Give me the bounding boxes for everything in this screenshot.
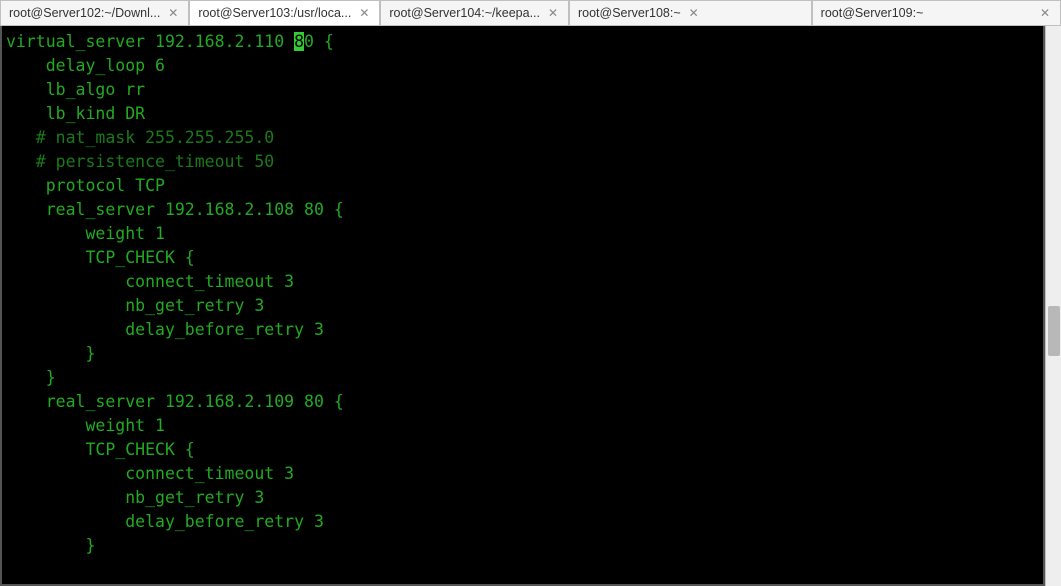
- close-icon[interactable]: ✕: [1038, 6, 1052, 20]
- config-line: weight 1: [6, 414, 1039, 438]
- tab-label: root@Server108:~: [578, 6, 681, 20]
- config-line: }: [6, 342, 1039, 366]
- tab-server108[interactable]: root@Server108:~ ✕: [569, 0, 812, 25]
- config-line: connect_timeout 3: [6, 270, 1039, 294]
- config-line: virtual_server 192.168.2.110 80 {: [6, 30, 1039, 54]
- tab-server102[interactable]: root@Server102:~/Downl... ✕: [0, 0, 189, 25]
- config-line: real_server 192.168.2.109 80 {: [6, 390, 1039, 414]
- tab-bar: root@Server102:~/Downl... ✕ root@Server1…: [0, 0, 1061, 26]
- config-line: # persistence_timeout 50: [6, 150, 1039, 174]
- config-line: nb_get_retry 3: [6, 294, 1039, 318]
- tab-label: root@Server102:~/Downl...: [9, 6, 160, 20]
- close-icon[interactable]: ✕: [166, 6, 180, 20]
- config-line: weight 1: [6, 222, 1039, 246]
- config-line: }: [6, 534, 1039, 558]
- config-line: TCP_CHECK {: [6, 246, 1039, 270]
- tab-label: root@Server103:/usr/loca...: [198, 6, 351, 20]
- config-line: delay_before_retry 3: [6, 318, 1039, 342]
- cursor: 8: [294, 32, 304, 51]
- terminal-output[interactable]: virtual_server 192.168.2.110 80 { delay_…: [0, 26, 1045, 586]
- config-line: # nat_mask 255.255.255.0: [6, 126, 1039, 150]
- config-line: delay_before_retry 3: [6, 510, 1039, 534]
- vertical-scrollbar[interactable]: [1045, 26, 1061, 586]
- config-line: TCP_CHECK {: [6, 438, 1039, 462]
- close-icon[interactable]: ✕: [546, 6, 560, 20]
- tab-server109[interactable]: root@Server109:~ ✕: [812, 0, 1061, 25]
- config-line: }: [6, 366, 1039, 390]
- config-line: lb_kind DR: [6, 102, 1039, 126]
- config-line: real_server 192.168.2.108 80 {: [6, 198, 1039, 222]
- close-icon[interactable]: ✕: [357, 6, 371, 20]
- scroll-thumb[interactable]: [1048, 306, 1060, 356]
- config-line: protocol TCP: [6, 174, 1039, 198]
- close-icon[interactable]: ✕: [687, 6, 701, 20]
- tab-label: root@Server109:~: [821, 6, 924, 20]
- config-line: connect_timeout 3: [6, 462, 1039, 486]
- text-post-cursor: 0 {: [304, 32, 334, 51]
- text-pre-cursor: virtual_server 192.168.2.110: [6, 32, 294, 51]
- tab-server103[interactable]: root@Server103:/usr/loca... ✕: [189, 0, 380, 25]
- config-line: nb_get_retry 3: [6, 486, 1039, 510]
- tab-label: root@Server104:~/keepa...: [389, 6, 540, 20]
- tab-server104[interactable]: root@Server104:~/keepa... ✕: [380, 0, 569, 25]
- config-line: lb_algo rr: [6, 78, 1039, 102]
- config-line: delay_loop 6: [6, 54, 1039, 78]
